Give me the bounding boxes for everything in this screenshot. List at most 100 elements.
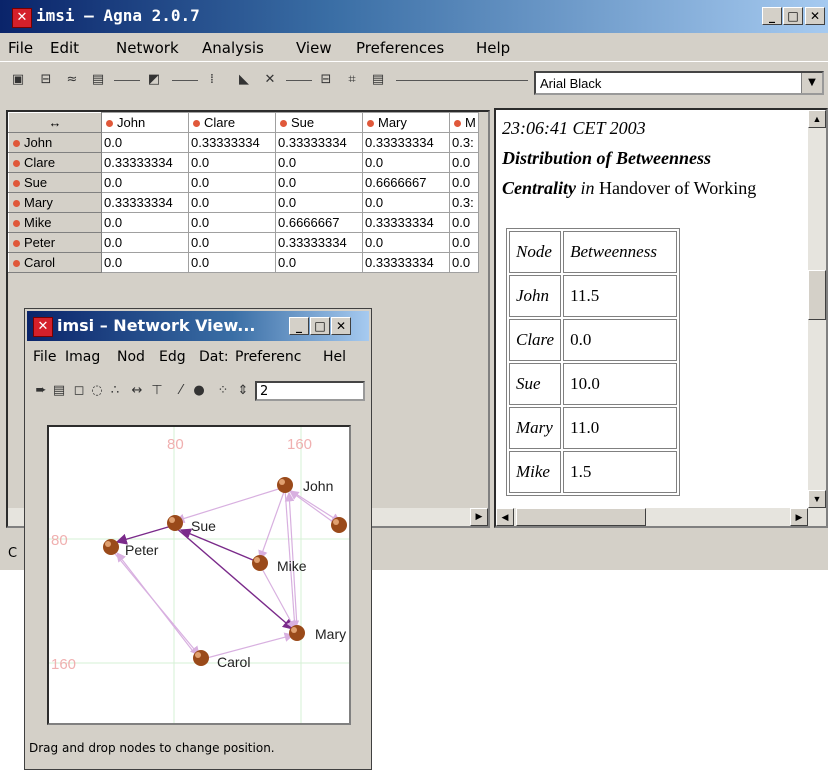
spinner-icon[interactable]: ⇕	[235, 383, 251, 399]
table-cell[interactable]: 0.0	[188, 172, 276, 193]
table-cell[interactable]: 0.0	[362, 232, 450, 253]
save-icon[interactable]: ▤	[90, 72, 106, 88]
menu-network[interactable]: Network	[116, 39, 179, 57]
edge-weight-icon[interactable]: ⁄	[173, 383, 189, 399]
table-cell[interactable]: 0.6666667	[362, 172, 450, 193]
table-cell[interactable]: 0.0	[275, 152, 363, 173]
column-header[interactable]: Mary	[362, 112, 450, 133]
scroll-down-icon[interactable]: ▼	[808, 490, 826, 508]
corner-icon[interactable]: ↔	[8, 112, 102, 133]
menu-image[interactable]: Imag	[65, 349, 100, 365]
table-cell[interactable]: 0.0	[275, 252, 363, 273]
table-cell[interactable]: 0.0	[275, 192, 363, 213]
title-bar[interactable]: ✕ imsi – Agna 2.0.7 _ □ ✕	[0, 0, 828, 33]
table-cell[interactable]: 0.33333334	[362, 132, 450, 153]
row-header[interactable]: John	[8, 132, 102, 153]
add-node-icon[interactable]: ↔	[129, 383, 145, 399]
table-cell[interactable]: 0.33333334	[101, 192, 189, 213]
network-view-title-bar[interactable]: ✕ imsi – Network View... _ □ ✕	[27, 311, 369, 341]
table-cell[interactable]: 0.33333334	[101, 152, 189, 173]
table-cell[interactable]: 0.0	[101, 252, 189, 273]
row-header[interactable]: Clare	[8, 152, 102, 173]
table-cell[interactable]: 0.0	[101, 172, 189, 193]
table-cell[interactable]: 0.0	[449, 152, 479, 173]
font-select[interactable]: Arial Black ▼	[534, 71, 824, 95]
menu-preferences[interactable]: Preferenc	[235, 349, 301, 365]
table-cell[interactable]: 0.0	[188, 232, 276, 253]
close-button[interactable]: ✕	[331, 317, 351, 335]
export-icon[interactable]: ⌗	[344, 72, 360, 88]
scroll-thumb[interactable]	[516, 508, 646, 526]
edit-icon[interactable]: ◩	[146, 72, 162, 88]
table-cell[interactable]: 0.33333334	[362, 212, 450, 233]
menu-data[interactable]: Dat:	[199, 349, 229, 365]
print-icon[interactable]: ▤	[370, 72, 386, 88]
row-header[interactable]: Mike	[8, 212, 102, 233]
select-icon[interactable]: ◻	[71, 383, 87, 399]
scroll-right-icon[interactable]: ▶	[790, 508, 808, 526]
node-john[interactable]: John	[277, 477, 333, 494]
maximize-button[interactable]: □	[310, 317, 330, 335]
minimize-button[interactable]: _	[289, 317, 309, 335]
table-cell[interactable]: 0.0	[101, 232, 189, 253]
report-vertical-scrollbar[interactable]: ▲ ▼	[808, 110, 826, 508]
row-header[interactable]: Carol	[8, 252, 102, 273]
column-header[interactable]: Clare	[188, 112, 276, 133]
menu-analysis[interactable]: Analysis	[202, 39, 264, 57]
remove-node-icon[interactable]: ⊤	[149, 383, 165, 399]
network-canvas[interactable]: 80 160 80 160 John C	[47, 425, 351, 725]
column-header[interactable]: Sue	[275, 112, 363, 133]
menu-nodes[interactable]: Nod	[117, 349, 145, 365]
open-icon[interactable]: ⊟	[38, 72, 54, 88]
menu-file[interactable]: File	[8, 39, 33, 57]
chevron-down-icon[interactable]: ▼	[801, 73, 822, 93]
scatter-icon[interactable]: ∴	[107, 383, 123, 399]
network-icon[interactable]: ≈	[64, 72, 80, 88]
column-header[interactable]: John	[101, 112, 189, 133]
minimize-button[interactable]: _	[762, 7, 782, 25]
table-cell[interactable]: 0.33333334	[275, 232, 363, 253]
table-cell[interactable]: 0.33333334	[275, 132, 363, 153]
node-label-icon[interactable]: ⁘	[215, 383, 231, 399]
menu-help[interactable]: Hel	[323, 349, 346, 365]
table-cell[interactable]: 0.0	[188, 212, 276, 233]
table-cell[interactable]: 0.3:	[449, 192, 479, 213]
menu-preferences[interactable]: Preferences	[356, 39, 444, 57]
new-icon[interactable]: ▣	[10, 72, 26, 88]
node-peter[interactable]: Peter	[103, 539, 159, 558]
table-cell[interactable]: 0.3:	[449, 132, 479, 153]
table-cell[interactable]: 0.0	[449, 212, 479, 233]
table-cell[interactable]: 0.0	[449, 232, 479, 253]
node-clare[interactable]: C	[331, 517, 349, 534]
menu-edges[interactable]: Edg	[159, 349, 186, 365]
chart-icon[interactable]: ◣	[236, 72, 252, 88]
table-cell[interactable]: 0.0	[188, 252, 276, 273]
menu-view[interactable]: View	[296, 39, 332, 57]
menu-file[interactable]: File	[33, 349, 56, 365]
menu-edit[interactable]: Edit	[50, 39, 79, 57]
node-carol[interactable]: Carol	[193, 650, 250, 670]
table-cell[interactable]: 0.0	[101, 132, 189, 153]
table-cell[interactable]: 0.0	[101, 212, 189, 233]
scroll-up-icon[interactable]: ▲	[808, 110, 826, 128]
table-cell[interactable]: 0.0	[362, 192, 450, 213]
scroll-thumb[interactable]	[808, 270, 826, 320]
row-header[interactable]: Mary	[8, 192, 102, 213]
table-cell[interactable]: 0.6666667	[275, 212, 363, 233]
maximize-button[interactable]: □	[783, 7, 803, 25]
close-button[interactable]: ✕	[805, 7, 825, 25]
table-cell[interactable]: 0.0	[188, 152, 276, 173]
column-header[interactable]: M	[449, 112, 479, 133]
export-icon[interactable]: ➨	[33, 383, 49, 399]
menu-help[interactable]: Help	[476, 39, 510, 57]
camera-icon[interactable]: ⊟	[318, 72, 334, 88]
report-horizontal-scrollbar[interactable]: ◀ ▶	[496, 508, 826, 526]
matrix-icon[interactable]: ⁞	[204, 72, 220, 88]
graph-icon[interactable]: ✕	[262, 72, 278, 88]
page-icon[interactable]: ▤	[51, 383, 67, 399]
table-cell[interactable]: 0.0	[188, 192, 276, 213]
node-mike[interactable]: Mike	[252, 555, 307, 574]
table-cell[interactable]: 0.33333334	[362, 252, 450, 273]
table-cell[interactable]: 0.33333334	[188, 132, 276, 153]
table-cell[interactable]: 0.0	[275, 172, 363, 193]
